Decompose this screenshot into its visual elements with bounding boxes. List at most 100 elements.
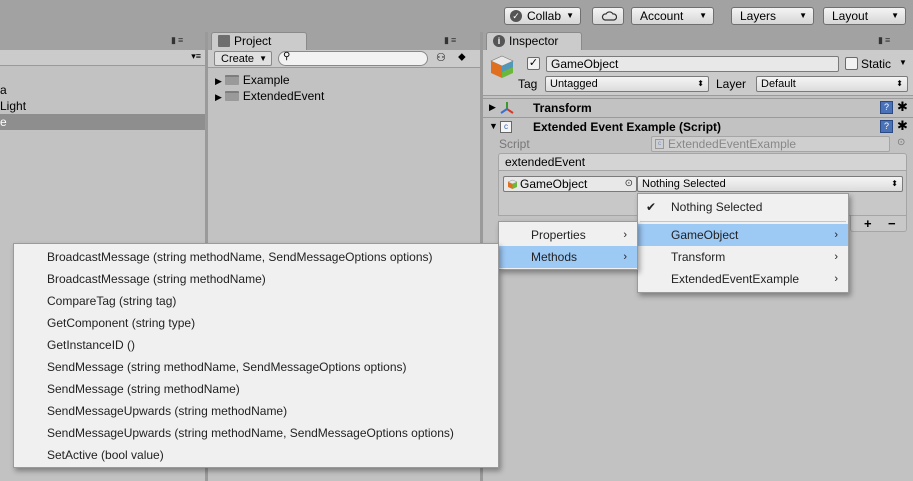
menu-item-label: Methods — [531, 250, 578, 264]
help-book-icon[interactable]: ? — [880, 101, 893, 114]
create-button[interactable]: Create ▼ — [214, 51, 272, 66]
dropdown-arrow-icon[interactable]: ▼ — [899, 58, 907, 67]
event-function-dropdown[interactable]: Nothing Selected ⬍ — [637, 176, 903, 192]
menu-item-label: Properties — [531, 228, 586, 242]
menu-item-label: BroadcastMessage (string methodName, Sen… — [47, 250, 433, 264]
filter-by-type-icon[interactable]: ⚇ — [436, 51, 446, 64]
menu-item-gameobject[interactable]: GameObject › — [638, 224, 848, 246]
menu-item-label: SendMessageUpwards (string methodName) — [47, 404, 288, 418]
panel-menu-icon[interactable]: ▮≡ — [444, 35, 458, 46]
menu-item-method[interactable]: SendMessageUpwards (string methodName) — [14, 400, 498, 422]
expand-arrow-icon[interactable]: ▶ — [215, 76, 222, 86]
menu-item-nothing-selected[interactable]: ✔ Nothing Selected — [638, 196, 848, 218]
tab-project[interactable]: Project — [211, 32, 307, 50]
layers-button[interactable]: Layers ▼ — [731, 7, 814, 25]
menu-item-transform[interactable]: Transform › — [638, 246, 848, 268]
event-list-footer: + − — [850, 216, 907, 232]
layout-button[interactable]: Layout ▼ — [823, 7, 906, 25]
account-label: Account — [640, 9, 684, 23]
hierarchy-item-selected[interactable]: e — [0, 114, 205, 130]
tab-inspector[interactable]: i Inspector — [486, 32, 582, 50]
updown-arrow-icon: ⬍ — [697, 79, 704, 88]
enabled-checkbox-hidden — [515, 121, 527, 133]
transform-icon — [500, 102, 514, 114]
menu-item-label: Transform — [671, 250, 726, 264]
menu-item-label: CompareTag (string tag) — [47, 294, 177, 308]
static-label: Static — [861, 57, 892, 71]
updown-arrow-icon: ⬍ — [896, 79, 903, 88]
menu-item-method[interactable]: CompareTag (string tag) — [14, 290, 498, 312]
menu-item-method[interactable]: SendMessageUpwards (string methodName, S… — [14, 422, 498, 444]
tag-dropdown[interactable]: Untagged ⬍ — [545, 76, 709, 92]
menu-item-methods[interactable]: Methods › — [499, 246, 637, 268]
menu-item-method[interactable]: SendMessage (string methodName, SendMess… — [14, 356, 498, 378]
collab-label: Collab — [527, 9, 562, 23]
cloud-button[interactable] — [592, 7, 624, 25]
label-tag-icon[interactable]: ⬥ — [458, 51, 466, 64]
dropdown-arrow-icon: ▼ — [699, 11, 707, 20]
gear-icon[interactable]: ✱ — [897, 99, 908, 115]
expand-arrow-icon[interactable]: ▶ — [215, 92, 222, 102]
hierarchy-item-label: Light — [0, 99, 27, 113]
tag-label: Tag — [518, 77, 538, 91]
menu-item-method[interactable]: SetActive (bool value) — [14, 444, 498, 466]
gameobject-cube-icon — [490, 55, 514, 78]
function-menu: ✔ Nothing Selected GameObject › Transfor… — [637, 193, 849, 293]
project-search-input[interactable]: ⚲ — [278, 51, 428, 66]
script-component-header[interactable]: ▼ c Extended Event Example (Script) ? ✱ — [483, 117, 913, 136]
hierarchy-item[interactable]: Light — [0, 98, 26, 114]
collab-button[interactable]: ✓ Collab ▼ — [504, 7, 581, 25]
chevron-right-icon: › — [623, 229, 627, 241]
panel-menu-icon[interactable]: ▮≡ — [171, 35, 185, 46]
project-folder[interactable]: ▶ ExtendedEvent — [215, 88, 324, 104]
transform-component-header[interactable]: ▶ Transform ? ✱ — [483, 98, 913, 117]
hierarchy-item[interactable]: a — [0, 82, 7, 98]
tab-project-label: Project — [234, 34, 272, 48]
collapse-arrow-icon[interactable]: ▼ — [489, 121, 498, 131]
dropdown-arrow-icon: ▼ — [566, 11, 574, 20]
script-field-value: ExtendedEventExample — [668, 137, 797, 151]
help-book-icon[interactable]: ? — [880, 120, 893, 133]
hierarchy-item-label: a — [0, 83, 7, 97]
static-checkbox[interactable] — [845, 57, 858, 70]
folder-icon — [224, 75, 239, 85]
event-target-object-field[interactable]: GameObject ⊙ — [503, 176, 637, 192]
remove-listener-button[interactable]: − — [888, 216, 896, 231]
menu-item-label: Nothing Selected — [671, 200, 763, 214]
layer-label: Layer — [716, 77, 747, 91]
chevron-right-icon: › — [834, 251, 838, 263]
project-folder[interactable]: ▶ Example — [215, 72, 290, 88]
panel-menu-icon[interactable]: ▮≡ — [878, 35, 892, 46]
gameobject-name-value: GameObject — [551, 57, 619, 71]
chevron-right-icon: › — [623, 251, 627, 263]
check-icon: ✓ — [510, 10, 522, 22]
gameobject-name-field[interactable]: GameObject — [546, 56, 839, 72]
menu-item-properties[interactable]: Properties › — [499, 224, 637, 246]
menu-item-extendedeventexample[interactable]: ExtendedEventExample › — [638, 268, 848, 290]
folder-icon — [224, 91, 239, 101]
hierarchy-filter-icon[interactable]: ▾≡ — [191, 51, 201, 62]
menu-item-label: SendMessageUpwards (string methodName, S… — [47, 426, 454, 440]
active-checkbox[interactable]: ✓ — [527, 57, 540, 70]
cloud-icon — [601, 11, 617, 21]
menu-item-method[interactable]: GetInstanceID () — [14, 334, 498, 356]
layer-value: Default — [761, 78, 796, 90]
add-listener-button[interactable]: + — [864, 216, 872, 231]
menu-item-method[interactable]: BroadcastMessage (string methodName) — [14, 268, 498, 290]
layers-label: Layers — [740, 9, 777, 23]
event-function-value: Nothing Selected — [642, 178, 726, 190]
folder-icon — [218, 35, 230, 47]
project-toolbar: Create ▼ ⚲ ⚇ ⬥ — [208, 50, 480, 68]
menu-item-method[interactable]: GetComponent (string type) — [14, 312, 498, 334]
search-icon: ⚲ — [283, 51, 291, 62]
expand-arrow-icon[interactable]: ▶ — [489, 102, 496, 113]
layer-dropdown[interactable]: Default ⬍ — [756, 76, 908, 92]
folder-label: ExtendedEvent — [242, 89, 325, 103]
menu-item-method[interactable]: SendMessage (string methodName) — [14, 378, 498, 400]
tab-inspector-label: Inspector — [509, 34, 559, 48]
gear-icon[interactable]: ✱ — [897, 118, 908, 134]
menu-item-label: SendMessage (string methodName, SendMess… — [47, 360, 407, 374]
object-picker-icon[interactable]: ⊙ — [625, 177, 633, 191]
menu-item-method[interactable]: BroadcastMessage (string methodName, Sen… — [14, 246, 498, 268]
account-button[interactable]: Account ▼ — [631, 7, 714, 25]
